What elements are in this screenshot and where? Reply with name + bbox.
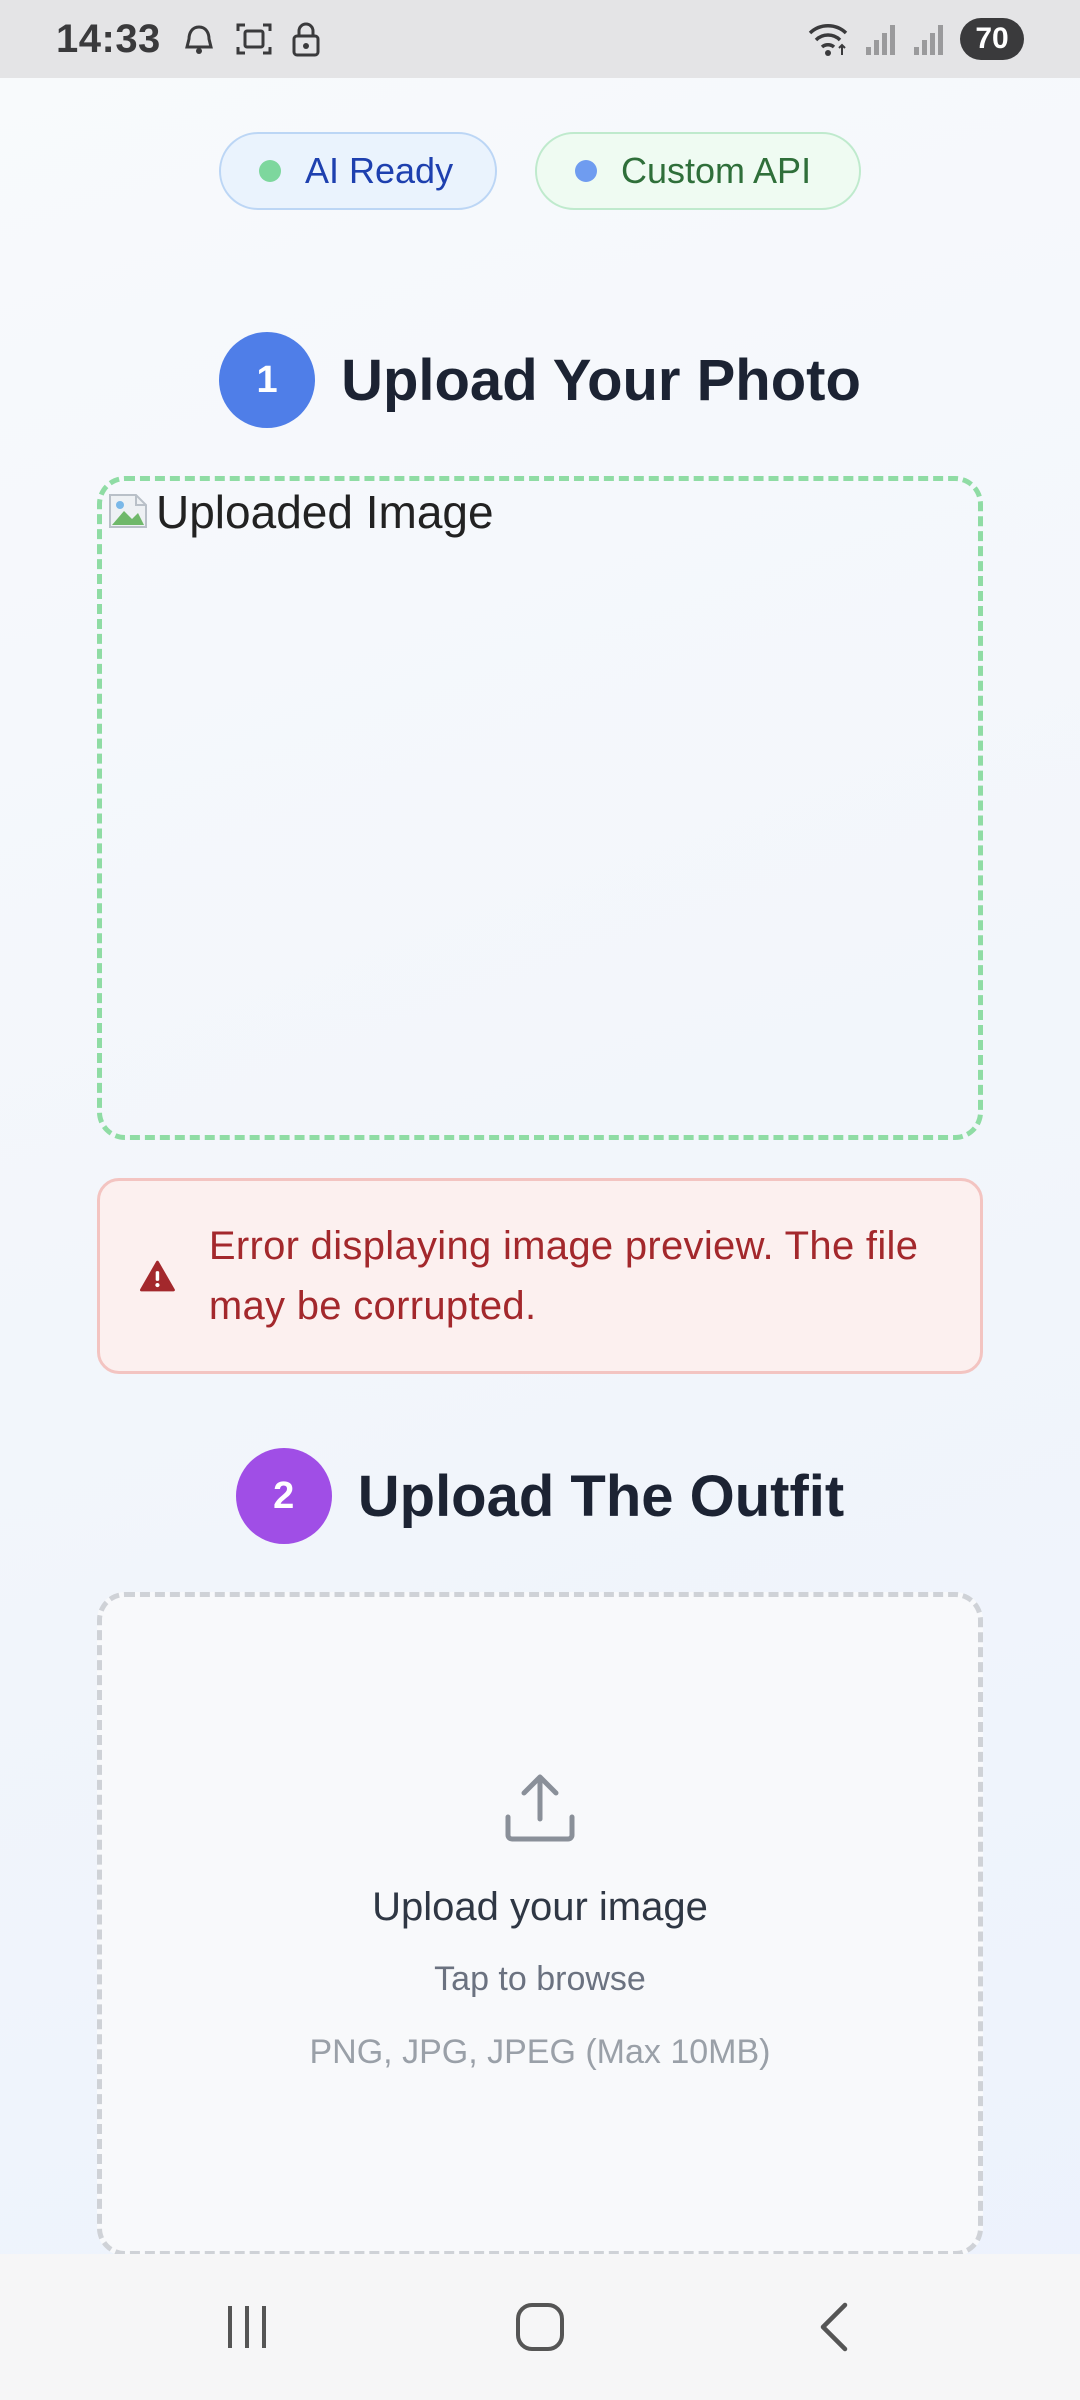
alarm-icon <box>184 25 213 54</box>
battery-level: 70 <box>960 18 1024 60</box>
step-1-number: 1 <box>219 332 316 428</box>
warning-icon <box>140 1260 175 1292</box>
recents-button[interactable] <box>187 2277 307 2377</box>
wifi-icon <box>808 24 848 56</box>
back-icon <box>821 2302 848 2352</box>
api-status-dot <box>575 160 597 182</box>
step-1-title: Upload Your Photo <box>341 347 861 413</box>
status-bar: 14:33 70 <box>0 0 1080 78</box>
status-right: 70 <box>806 18 1024 60</box>
error-text: Error displaying image preview. The file… <box>208 1224 919 1328</box>
step-2-header: 2 Upload The Outfit <box>0 1448 1080 1544</box>
navigation-bar <box>0 2254 1080 2400</box>
custom-api-badge: Custom API <box>535 132 861 210</box>
step-2-number: 2 <box>235 1448 332 1544</box>
status-left: 14:33 <box>56 17 321 62</box>
signal-icon <box>914 25 943 55</box>
upload-format-note: PNG, JPG, JPEG (Max 10MB) <box>309 2033 771 2071</box>
outfit-upload-area[interactable]: Upload your image Tap to browse PNG, JPG… <box>97 1592 983 2256</box>
signal-icon <box>866 25 895 55</box>
status-notification-icons <box>181 21 321 57</box>
status-time: 14:33 <box>56 16 161 61</box>
uploaded-image: Uploaded Image <box>106 487 494 538</box>
home-button[interactable] <box>480 2277 600 2377</box>
status-badges: AI Ready Custom API <box>0 132 1080 210</box>
recents-icon <box>227 2306 266 2348</box>
lock-icon <box>292 22 320 57</box>
back-button[interactable] <box>773 2277 893 2377</box>
step-1-header: 1 Upload Your Photo <box>0 332 1080 428</box>
custom-api-label: Custom API <box>621 150 812 191</box>
upload-title: Upload your image <box>372 1885 708 1929</box>
photo-upload-area[interactable]: Uploaded Image <box>97 476 983 1140</box>
ai-status-dot <box>259 160 281 182</box>
broken-image-icon <box>109 494 147 528</box>
upload-subtitle: Tap to browse <box>434 1960 646 1998</box>
home-icon <box>515 2303 564 2351</box>
ai-ready-badge: AI Ready <box>219 132 497 210</box>
image-alt-text: Uploaded Image <box>156 486 494 538</box>
step-2-title: Upload The Outfit <box>357 1463 845 1529</box>
upload-icon <box>505 1774 575 1842</box>
error-message: Error displaying image preview. The file… <box>97 1178 983 1374</box>
screenshot-icon <box>236 23 272 55</box>
ai-ready-label: AI Ready <box>305 150 454 191</box>
